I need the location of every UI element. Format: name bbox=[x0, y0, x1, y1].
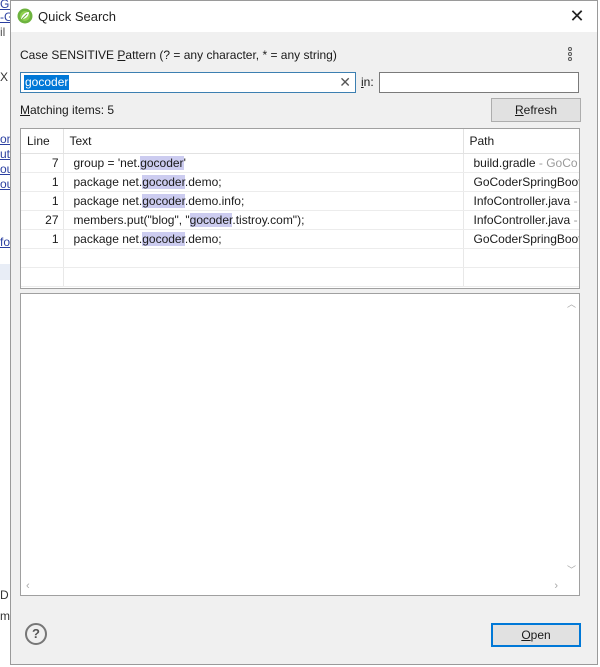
text-after-match: ' bbox=[183, 156, 186, 170]
empty-row bbox=[21, 267, 579, 287]
text-before-match: group = 'net. bbox=[73, 156, 141, 170]
scroll-down-icon[interactable]: ﹀ bbox=[567, 563, 576, 576]
background-editor-fragment: il bbox=[0, 25, 6, 39]
text-after-match: .demo.info; bbox=[184, 194, 245, 208]
in-label-suffix: n: bbox=[363, 75, 374, 89]
open-label: pen bbox=[530, 628, 551, 642]
scroll-left-icon[interactable]: ‹ bbox=[26, 580, 30, 592]
refresh-button[interactable]: Refresh bbox=[491, 98, 581, 122]
cell-path: InfoController.java - bbox=[463, 210, 579, 230]
in-label: in: bbox=[361, 75, 374, 89]
vertical-dots-menu-icon[interactable] bbox=[563, 47, 577, 65]
cell-path: build.gradle - GoCo bbox=[463, 153, 579, 173]
text-after-match: .demo; bbox=[184, 175, 222, 189]
cell-line: 1 bbox=[21, 191, 64, 211]
clear-x-icon[interactable]: ✕ bbox=[339, 73, 351, 92]
in-scope-input[interactable] bbox=[379, 72, 579, 93]
cell-line: 7 bbox=[21, 153, 64, 173]
cell-line: 1 bbox=[21, 229, 64, 249]
table-row[interactable]: 27 members.put("blog", "gocoder.tistroy.… bbox=[21, 210, 579, 230]
matching-label-mnemonic: M bbox=[20, 103, 30, 117]
text-before-match: package net. bbox=[73, 175, 143, 189]
text-before-match: package net. bbox=[73, 194, 143, 208]
text-match-highlight: gocoder bbox=[140, 156, 184, 170]
background-editor-fragment: fo bbox=[0, 235, 10, 249]
background-editor-fragment: X bbox=[0, 70, 9, 84]
cell-text: package net.gocoder.demo; bbox=[63, 172, 464, 192]
text-after-match: .demo; bbox=[184, 232, 222, 246]
background-editor-fragment: on bbox=[0, 132, 10, 146]
dialog-title: Quick Search bbox=[38, 9, 117, 24]
close-icon[interactable]: ✕ bbox=[565, 5, 589, 27]
text-match-highlight: gocoder bbox=[189, 213, 233, 227]
text-after-match: .tistroy.com"); bbox=[232, 213, 305, 227]
cell-line: 1 bbox=[21, 172, 64, 192]
cell-text: package net.gocoder.demo.info; bbox=[63, 191, 464, 211]
table-row[interactable]: 1 package net.gocoder.demo.info; InfoCon… bbox=[21, 191, 579, 211]
refresh-label: efresh bbox=[523, 103, 558, 117]
cell-line: 27 bbox=[21, 210, 64, 230]
open-mnemonic: O bbox=[521, 628, 531, 642]
results-table: Line Text Path 7 group = 'net.gocoder' b… bbox=[20, 128, 580, 289]
title-bar: Quick Search ✕ bbox=[11, 1, 597, 32]
open-button[interactable]: Open bbox=[491, 623, 581, 647]
vertical-scrollbar[interactable]: ︿ ﹀ bbox=[563, 294, 579, 578]
pattern-label-prefix: Case SENSITIVE bbox=[20, 48, 118, 62]
background-editor-fragment: m bbox=[0, 609, 10, 623]
scroll-up-icon[interactable]: ︿ bbox=[567, 297, 576, 310]
path-project: - GoCo bbox=[535, 156, 578, 170]
text-match-highlight: gocoder bbox=[142, 194, 185, 208]
help-question-icon[interactable]: ? bbox=[25, 623, 47, 645]
path-file: GoCoderSpringBoot bbox=[473, 175, 580, 189]
scroll-right-icon[interactable]: › bbox=[554, 580, 558, 592]
matching-label-text: atching items: 5 bbox=[30, 103, 115, 117]
pattern-label-suffix: attern (? = any character, * = any strin… bbox=[125, 48, 337, 62]
text-match-highlight: gocoder bbox=[142, 232, 185, 246]
background-editor-fragment: ut bbox=[0, 147, 10, 161]
search-input-value: gocoder bbox=[24, 75, 70, 90]
spring-leaf-icon bbox=[17, 8, 33, 24]
column-header-path[interactable]: Path bbox=[463, 129, 579, 154]
preview-pane[interactable]: ︿ ﹀ ‹ › bbox=[20, 293, 580, 596]
table-row[interactable]: 1 package net.gocoder.demo; GoCoderSprin… bbox=[21, 229, 580, 249]
cell-text: members.put("blog", "gocoder.tistroy.com… bbox=[63, 210, 464, 230]
horizontal-scrollbar[interactable]: ‹ › bbox=[21, 578, 563, 595]
text-match-highlight: gocoder bbox=[142, 175, 185, 189]
cell-text: group = 'net.gocoder' bbox=[63, 153, 464, 173]
refresh-mnemonic: R bbox=[514, 103, 524, 117]
quick-search-dialog: Quick Search ✕ Case SENSITIVE Pattern (?… bbox=[10, 0, 598, 665]
column-header-text[interactable]: Text bbox=[63, 129, 464, 154]
path-file: InfoController.java bbox=[473, 213, 571, 227]
path-file: build.gradle bbox=[473, 156, 536, 170]
cell-path: GoCoderSpringBoot bbox=[463, 172, 580, 192]
path-file: InfoController.java bbox=[473, 194, 571, 208]
column-header-line[interactable]: Line bbox=[21, 129, 64, 154]
pattern-label: Case SENSITIVE Pattern (? = any characte… bbox=[20, 48, 337, 62]
text-before-match: members.put("blog", " bbox=[73, 213, 190, 227]
text-before-match: package net. bbox=[73, 232, 143, 246]
path-project: - bbox=[570, 194, 578, 208]
empty-row bbox=[21, 248, 579, 268]
path-file: GoCoderSpringBoot bbox=[473, 232, 580, 246]
table-header: Line Text Path bbox=[21, 129, 579, 154]
cell-path: InfoController.java - bbox=[463, 191, 579, 211]
background-editor-fragment: -G bbox=[0, 10, 10, 24]
path-project: - bbox=[570, 213, 578, 227]
cell-text: package net.gocoder.demo; bbox=[63, 229, 464, 249]
background-editor-fragment: ou bbox=[0, 177, 10, 191]
search-input[interactable]: gocoder ✕ bbox=[20, 72, 356, 93]
matching-items-label: Matching items: 5 bbox=[20, 103, 114, 117]
background-editor-fragment: D bbox=[0, 588, 9, 602]
background-editor-fragment: ou bbox=[0, 162, 10, 176]
table-row[interactable]: 7 group = 'net.gocoder' build.gradle - G… bbox=[21, 153, 579, 173]
cell-path: GoCoderSpringBoot bbox=[463, 229, 580, 249]
table-row[interactable]: 1 package net.gocoder.demo; GoCoderSprin… bbox=[21, 172, 580, 192]
